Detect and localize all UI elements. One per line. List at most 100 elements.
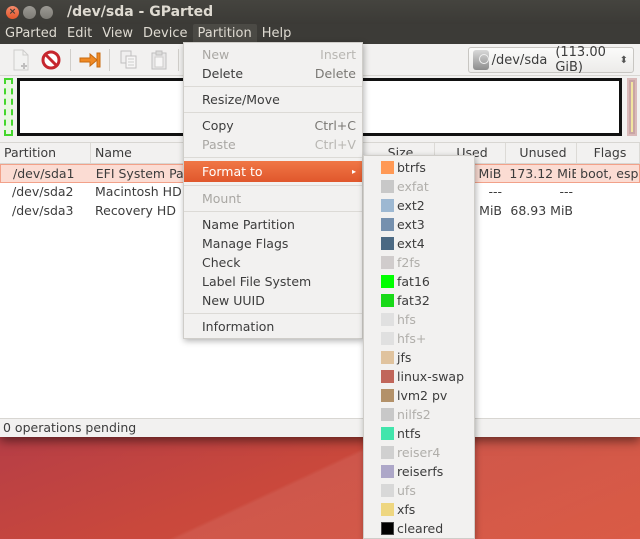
menu-item-shortcut: Insert <box>320 47 356 62</box>
menu-separator <box>184 112 362 113</box>
menu-item-check[interactable]: Check <box>184 253 362 272</box>
format-option-label: hfs+ <box>397 331 427 346</box>
menu-item-shortcut: Delete <box>314 66 356 81</box>
menu-item-new[interactable]: New Insert <box>184 45 362 64</box>
format-option-lvm2-pv[interactable]: lvm2 pv <box>364 386 474 405</box>
new-partition-button[interactable] <box>6 47 36 73</box>
format-option-ext3[interactable]: ext3 <box>364 215 474 234</box>
disk-map-partition-sda1[interactable] <box>4 78 13 136</box>
menu-item-label: Resize/Move <box>202 92 280 107</box>
menu-view[interactable]: View <box>97 24 138 44</box>
filesystem-color-swatch <box>381 351 394 364</box>
cell-flags: boot, esp <box>580 166 639 181</box>
format-option-label: ntfs <box>397 426 421 441</box>
format-option-ufs[interactable]: ufs <box>364 481 474 500</box>
filesystem-color-swatch <box>381 370 394 383</box>
menu-item-label: Mount <box>202 191 242 206</box>
device-size: (113.00 GiB) <box>555 45 606 75</box>
menu-item-copy[interactable]: Copy Ctrl+C <box>184 116 362 135</box>
menu-item-delete[interactable]: Delete Delete <box>184 64 362 83</box>
menu-device[interactable]: Device <box>138 24 192 44</box>
menu-item-new-uuid[interactable]: New UUID <box>184 291 362 310</box>
disk-map-partition-sda3[interactable] <box>627 78 637 136</box>
filesystem-color-swatch <box>381 484 394 497</box>
format-option-btrfs[interactable]: btrfs <box>364 158 474 177</box>
resize-move-icon <box>79 52 101 67</box>
format-option-reiserfs[interactable]: reiserfs <box>364 462 474 481</box>
resize-move-button[interactable] <box>75 47 105 73</box>
column-header-partition[interactable]: Partition <box>0 143 91 163</box>
cell-flags <box>577 183 640 202</box>
toolbar-separator <box>178 48 179 71</box>
menu-item-shortcut: Ctrl+V <box>314 137 356 152</box>
column-header-name[interactable]: Name <box>91 143 187 163</box>
format-option-label: fat16 <box>397 274 430 289</box>
title-bar: × /dev/sda - GParted <box>0 0 640 24</box>
filesystem-color-swatch <box>381 313 394 326</box>
format-option-fat16[interactable]: fat16 <box>364 272 474 291</box>
format-option-f2fs[interactable]: f2fs <box>364 253 474 272</box>
format-option-jfs[interactable]: jfs <box>364 348 474 367</box>
filesystem-color-swatch <box>381 161 394 174</box>
format-option-hfs[interactable]: hfs <box>364 310 474 329</box>
close-icon: × <box>8 7 17 17</box>
column-header-unused[interactable]: Unused <box>506 143 577 163</box>
format-option-label: f2fs <box>397 255 421 270</box>
cell-partition: /dev/sda3 <box>12 203 74 218</box>
hard-disk-icon <box>473 50 489 70</box>
format-option-cleared[interactable]: cleared <box>364 519 474 538</box>
format-option-label: nilfs2 <box>397 407 431 422</box>
menu-item-label: Delete <box>202 66 244 81</box>
cell-name: !Macintosh HD <box>91 183 187 202</box>
format-option-nilfs2[interactable]: nilfs2 <box>364 405 474 424</box>
menu-item-resize-move[interactable]: Resize/Move <box>184 90 362 109</box>
menu-partition[interactable]: Partition <box>192 24 257 44</box>
format-option-reiser4[interactable]: reiser4 <box>364 443 474 462</box>
menu-item-shortcut: Ctrl+C <box>314 118 356 133</box>
menu-help[interactable]: Help <box>257 24 297 44</box>
maximize-window-button[interactable] <box>40 5 53 19</box>
format-option-label: cleared <box>397 521 444 536</box>
format-option-label: ext4 <box>397 236 425 251</box>
paste-icon <box>151 50 167 69</box>
partition-menu: New Insert Delete Delete Resize/Move Copy Ctrl… <box>183 42 363 339</box>
close-window-button[interactable]: × <box>6 5 19 19</box>
menu-item-format-to[interactable]: Format to ▸ <box>184 161 362 182</box>
menu-edit[interactable]: Edit <box>62 24 97 44</box>
menu-separator <box>184 86 362 87</box>
menu-item-paste[interactable]: Paste Ctrl+V <box>184 135 362 154</box>
cell-unused: --- <box>559 184 573 199</box>
menu-gparted[interactable]: GParted <box>0 24 62 44</box>
device-selector[interactable]: /dev/sda (113.00 GiB) ⬍ <box>468 45 634 75</box>
cell-partition: /dev/sda1 <box>13 166 75 181</box>
format-option-ext4[interactable]: ext4 <box>364 234 474 253</box>
filesystem-color-swatch <box>381 256 394 269</box>
submenu-arrow-icon: ▸ <box>351 167 356 176</box>
menu-item-label-file-system[interactable]: Label File System <box>184 272 362 291</box>
menu-item-manage-flags[interactable]: Manage Flags <box>184 234 362 253</box>
format-option-xfs[interactable]: xfs <box>364 500 474 519</box>
filesystem-color-swatch <box>381 522 394 535</box>
copy-button[interactable] <box>114 47 144 73</box>
toolbar-separator <box>109 48 110 71</box>
format-option-ntfs[interactable]: ntfs <box>364 424 474 443</box>
menu-item-name-partition[interactable]: Name Partition <box>184 215 362 234</box>
format-option-label: lvm2 pv <box>397 388 448 403</box>
format-option-linux-swap[interactable]: linux-swap <box>364 367 474 386</box>
format-option-exfat[interactable]: exfat <box>364 177 474 196</box>
menu-item-label: Manage Flags <box>202 236 289 251</box>
format-option-hfs-[interactable]: hfs+ <box>364 329 474 348</box>
paste-button[interactable] <box>144 47 174 73</box>
filesystem-color-swatch <box>381 389 394 402</box>
format-option-ext2[interactable]: ext2 <box>364 196 474 215</box>
minimize-window-button[interactable] <box>23 5 36 19</box>
column-header-flags[interactable]: Flags <box>577 143 640 163</box>
cell-unused: 173.12 MiB <box>509 166 577 181</box>
menu-item-information[interactable]: Information <box>184 317 362 336</box>
delete-button[interactable] <box>36 47 66 73</box>
cell-unused: 68.93 MiB <box>510 203 573 218</box>
filesystem-color-swatch <box>381 446 394 459</box>
desktop-wallpaper <box>0 437 640 539</box>
menu-item-mount[interactable]: Mount <box>184 189 362 208</box>
format-option-fat32[interactable]: fat32 <box>364 291 474 310</box>
